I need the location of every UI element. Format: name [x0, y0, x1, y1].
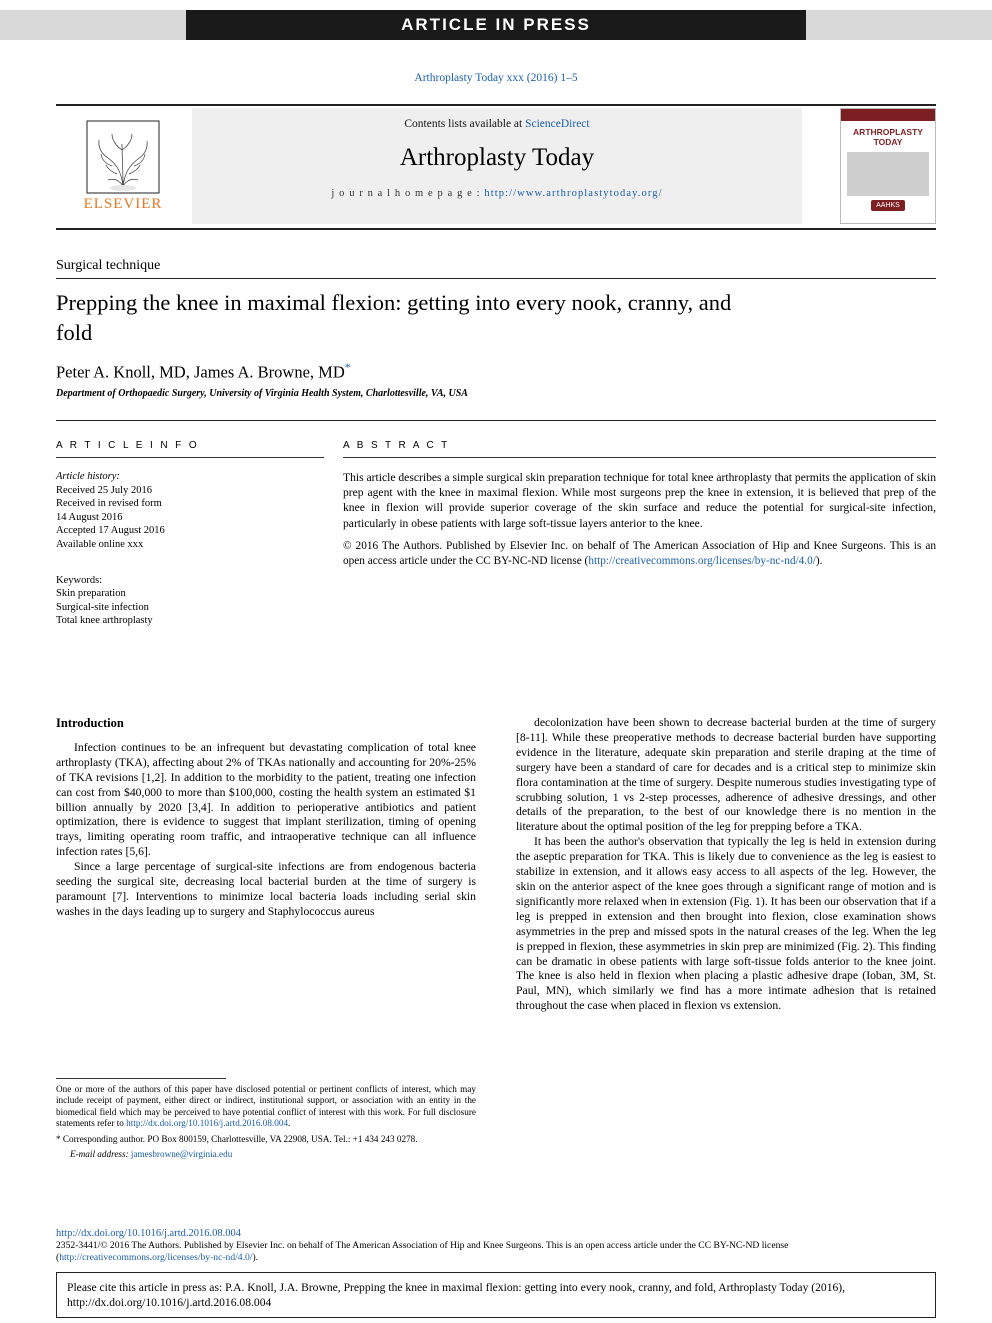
- cover-title-line1: ARTHROPLASTY: [853, 127, 923, 137]
- corresponding-author-mark: *: [344, 360, 351, 374]
- body-column-left: Introduction Infection continues to be a…: [56, 716, 476, 920]
- keywords-block: Keywords: Skin preparation Surgical-site…: [56, 574, 324, 628]
- introduction-heading: Introduction: [56, 716, 124, 730]
- abstract-copyright: © 2016 The Authors. Published by Elsevie…: [343, 539, 936, 569]
- article-page: ARTICLE IN PRESS Arthroplasty Today xxx …: [0, 0, 992, 1323]
- history-label: Article history:: [56, 471, 120, 482]
- keywords-label: Keywords:: [56, 574, 103, 586]
- affiliation: Department of Orthopaedic Surgery, Unive…: [56, 388, 468, 399]
- cover-title-line2: TODAY: [873, 137, 903, 147]
- citation-box: Please cite this article in press as: P.…: [56, 1272, 936, 1318]
- cover-image-placeholder: [847, 152, 929, 196]
- footer-cc-license-link[interactable]: http://creativecommons.org/licenses/by-n…: [59, 1252, 252, 1263]
- elsevier-wordmark: ELSEVIER: [83, 195, 163, 212]
- corresponding-author-note: * Corresponding author. PO Box 800159, C…: [56, 1133, 418, 1144]
- disclosure-note: One or more of the authors of this paper…: [56, 1084, 476, 1130]
- page-title: Prepping the knee in maximal flexion: ge…: [56, 290, 732, 345]
- contents-prefix: Contents lists available at: [404, 118, 526, 130]
- abstract-text: This article describes a simple surgical…: [343, 471, 936, 530]
- email-label: E-mail address:: [70, 1149, 129, 1160]
- footer-doi-block: http://dx.doi.org/10.1016/j.artd.2016.08…: [56, 1228, 936, 1263]
- article-info-heading: A R T I C L E I N F O: [56, 440, 200, 451]
- kicker-rule: [56, 278, 936, 279]
- email-note: E-mail address: jamesbrowne@virginia.edu: [56, 1149, 476, 1160]
- disclosure-tail: .: [288, 1118, 291, 1129]
- journal-masthead: ELSEVIER Contents lists available at Sci…: [56, 104, 936, 230]
- elsevier-logo: ELSEVIER: [56, 106, 190, 226]
- author-list: Peter A. Knoll, MD, James A. Browne, MD*: [56, 360, 756, 383]
- issn-copyright-line: 2352-3441/© 2016 The Authors. Published …: [56, 1240, 936, 1264]
- body-paragraph: decolonization have been shown to decrea…: [516, 716, 936, 834]
- journal-cover-thumbnail: ARTHROPLASTY TODAY AAHKS: [840, 108, 936, 224]
- body-paragraph: Since a large percentage of surgical-sit…: [56, 860, 476, 918]
- cc-license-link[interactable]: http://creativecommons.org/licenses/by-n…: [588, 555, 816, 567]
- keyword-item: Surgical-site infection: [56, 601, 149, 613]
- disclosure-doi-link[interactable]: http://dx.doi.org/10.1016/j.artd.2016.08…: [126, 1118, 288, 1128]
- keyword-item: Skin preparation: [56, 588, 126, 600]
- article-doi-link[interactable]: http://dx.doi.org/10.1016/j.artd.2016.08…: [56, 1228, 241, 1239]
- homepage-prefix: j o u r n a l h o m e p a g e :: [331, 188, 485, 199]
- article-info-rule: [56, 457, 324, 458]
- journal-center-block: Contents lists available at ScienceDirec…: [192, 108, 802, 224]
- article-history: Article history: Received 25 July 2016 R…: [56, 470, 324, 552]
- body-paragraph: It has been the author's observation tha…: [516, 835, 936, 1013]
- abstract-heading: A B S T R A C T: [343, 440, 450, 451]
- section-kicker: Surgical technique: [56, 258, 161, 273]
- journal-homepage-link[interactable]: http://www.arthroplastytoday.org/: [484, 188, 662, 199]
- author-email-link[interactable]: jamesbrowne@virginia.edu: [131, 1149, 232, 1159]
- history-item: Received 25 July 2016: [56, 484, 152, 496]
- keyword-item: Total knee arthroplasty: [56, 615, 153, 627]
- footnotes-block: One or more of the authors of this paper…: [56, 1084, 476, 1164]
- copyright-tail: ).: [815, 554, 823, 567]
- journal-homepage-line: j o u r n a l h o m e p a g e : http://w…: [192, 188, 802, 199]
- history-item: Available online xxx: [56, 538, 144, 550]
- journal-title: Arthroplasty Today: [399, 144, 595, 171]
- abstract-rule: [343, 457, 936, 458]
- cover-society-badge: AAHKS: [871, 200, 905, 211]
- abstract-column: A B S T R A C T This article describes a…: [343, 440, 936, 569]
- article-info-column: A R T I C L E I N F O Article history: R…: [56, 440, 324, 628]
- issn-tail: ).: [252, 1251, 259, 1263]
- contents-line: Contents lists available at ScienceDirec…: [192, 118, 802, 130]
- journal-reference: Arthroplasty Today xxx (2016) 1–5: [414, 72, 578, 84]
- history-item: Accepted 17 August 2016: [56, 525, 165, 537]
- body-paragraph: Infection continues to be an infrequent …: [56, 740, 476, 859]
- elsevier-tree-icon: [86, 120, 160, 193]
- author-names: Peter A. Knoll, MD, James A. Browne, MD: [56, 362, 345, 382]
- history-item: 14 August 2016: [56, 511, 123, 523]
- body-column-right: decolonization have been shown to decrea…: [516, 716, 936, 1014]
- article-in-press-label: ARTICLE IN PRESS: [186, 10, 806, 40]
- history-item: Received in revised form: [56, 498, 162, 510]
- footnote-rule: [56, 1078, 226, 1079]
- title-rule: [56, 420, 936, 421]
- cover-top-bar: [841, 109, 935, 121]
- sciencedirect-link[interactable]: ScienceDirect: [525, 118, 590, 130]
